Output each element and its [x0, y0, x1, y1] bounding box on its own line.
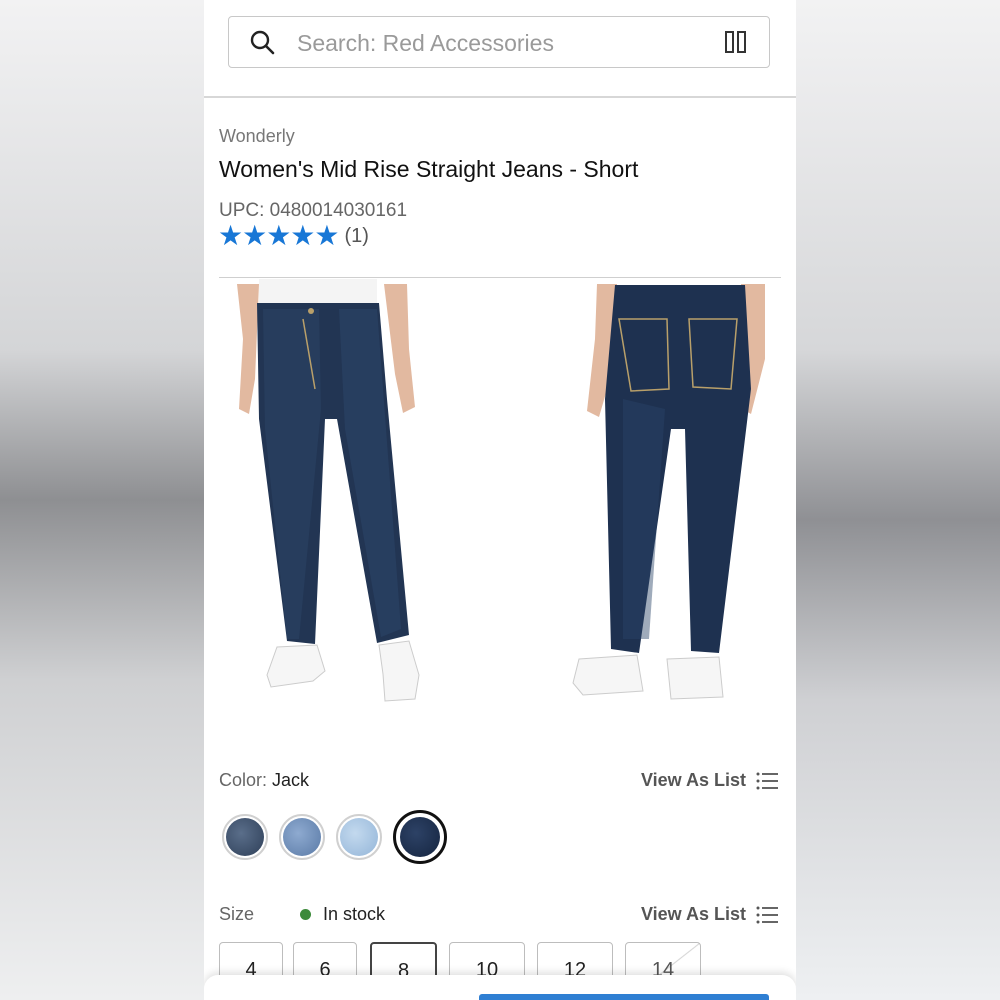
- size-label: Size: [219, 904, 255, 924]
- divider: [219, 277, 781, 278]
- size-view-as-list-button[interactable]: View As List: [641, 904, 778, 925]
- selected-color: Jack: [272, 770, 310, 790]
- product-page: Wonderly Women's Mid Rise Straight Jeans…: [204, 0, 796, 1000]
- search-bar[interactable]: [228, 16, 770, 68]
- color-swatches: [222, 810, 447, 864]
- color-swatch-medium-wash[interactable]: [279, 814, 325, 860]
- list-icon[interactable]: [756, 771, 778, 791]
- search-icon[interactable]: [249, 29, 275, 55]
- background-left: [0, 0, 204, 1000]
- color-label: Color: Jack: [219, 770, 309, 791]
- color-swatch-jack[interactable]: [393, 810, 447, 864]
- stock-status-text: In stock: [323, 904, 386, 924]
- size-view-as-list-label[interactable]: View As List: [641, 904, 746, 925]
- in-stock-dot-icon: [300, 909, 311, 920]
- product-brand[interactable]: Wonderly: [219, 126, 295, 147]
- product-upc: UPC: 0480014030161: [219, 200, 408, 221]
- rating-stars: ★★★★★: [218, 220, 340, 251]
- search-input[interactable]: [295, 27, 699, 59]
- product-rating[interactable]: ★★★★★ (1): [218, 222, 369, 250]
- color-view-as-list-label[interactable]: View As List: [641, 770, 746, 791]
- product-image[interactable]: [219, 279, 781, 712]
- barcode-scan-icon[interactable]: [725, 30, 747, 54]
- add-to-cart-bar[interactable]: [479, 994, 769, 1000]
- search-header: [204, 0, 796, 98]
- review-count[interactable]: (1): [345, 225, 369, 248]
- color-label-text: Color:: [219, 770, 268, 790]
- color-swatch-dark-wash[interactable]: [222, 814, 268, 860]
- stock-status: In stock: [300, 904, 385, 925]
- product-title: Women's Mid Rise Straight Jeans - Short: [219, 156, 639, 182]
- background-right: [796, 0, 1000, 1000]
- color-swatch-light-wash[interactable]: [336, 814, 382, 860]
- list-icon[interactable]: [756, 905, 778, 925]
- color-view-as-list-button[interactable]: View As List: [641, 770, 778, 791]
